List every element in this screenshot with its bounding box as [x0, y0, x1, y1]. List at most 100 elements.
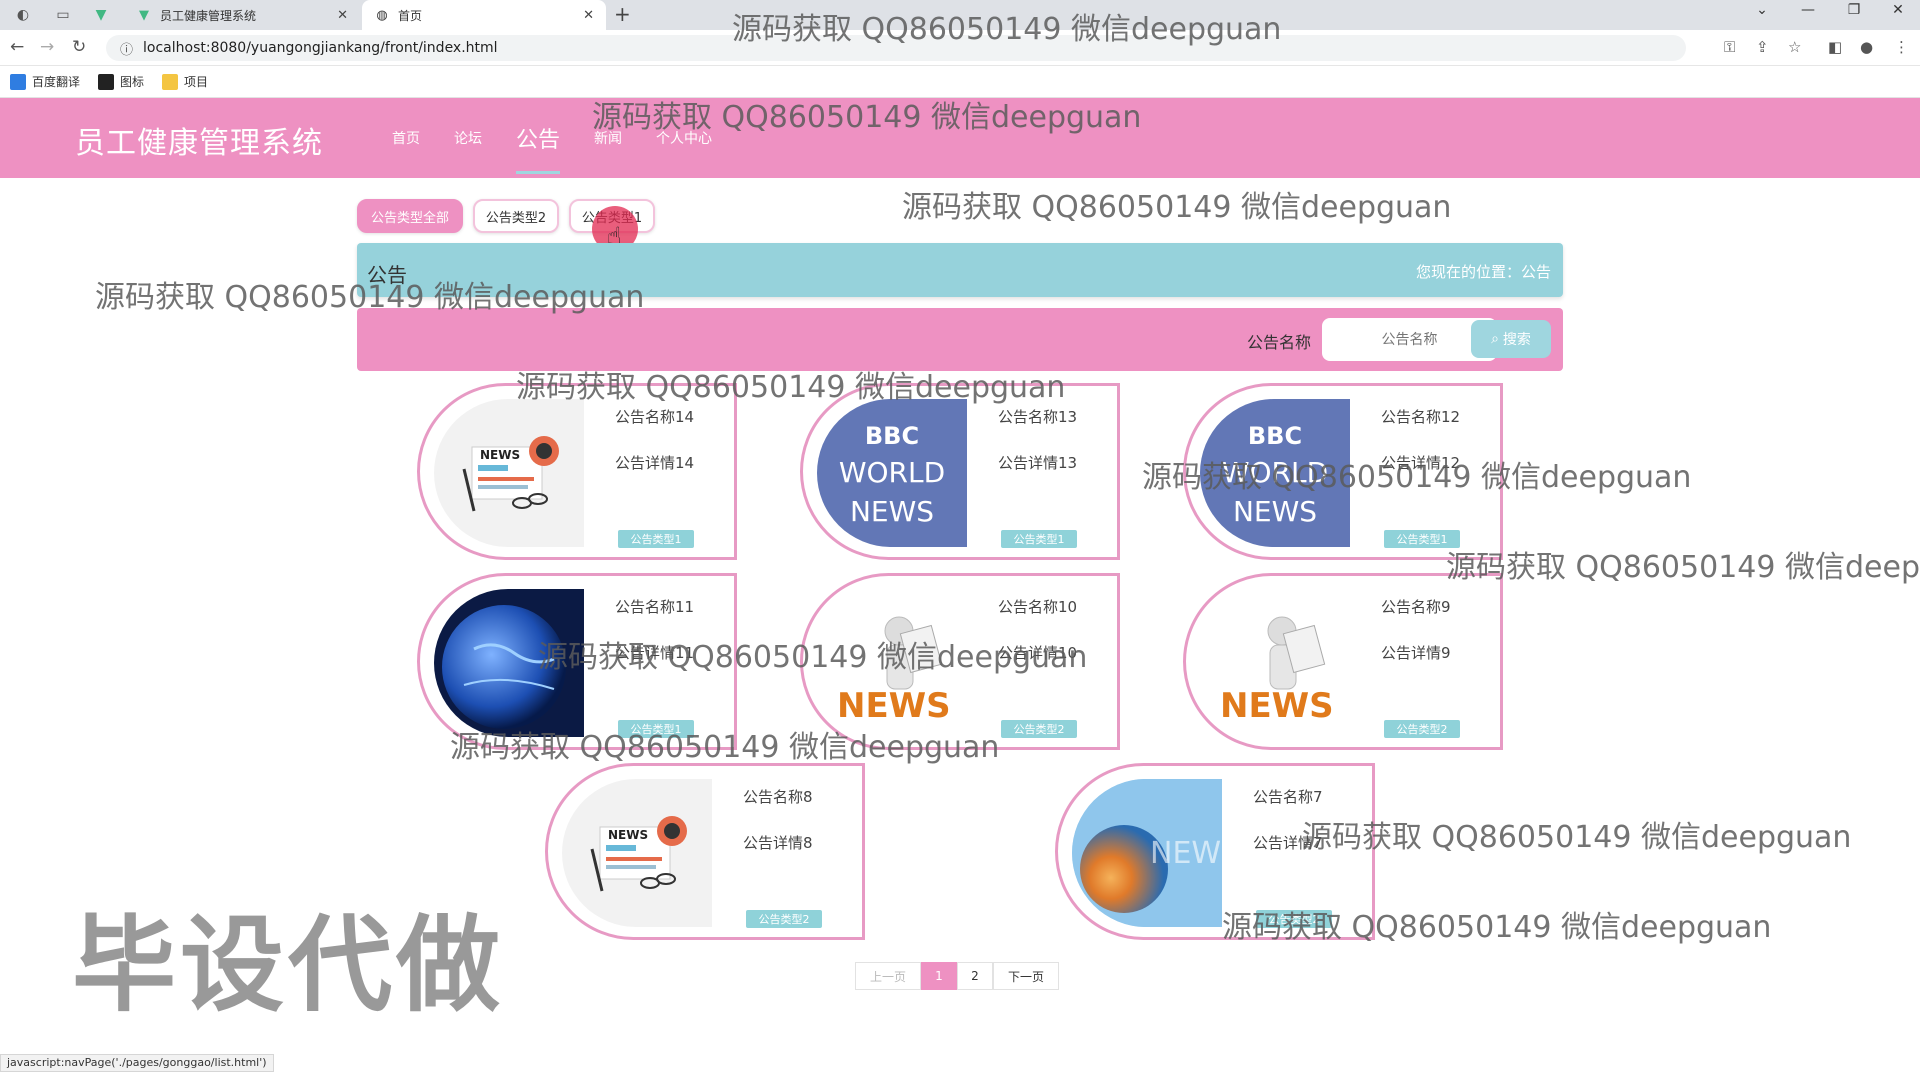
bookmarks-bar: 百度翻译 图标 项目: [0, 66, 1920, 98]
notice-card[interactable]: BBC WORLD NEWS 公告名称12 公告详情12 公告类型1: [1183, 383, 1503, 560]
page-2-button[interactable]: 2: [957, 962, 993, 990]
notice-type-badge: 公告类型1: [618, 720, 694, 738]
notice-type-badge: 公告类型2: [746, 910, 822, 928]
notice-detail: 公告详情9: [1381, 644, 1451, 662]
pagination: 上一页 1 2 下一页: [855, 962, 1059, 990]
notice-name: 公告名称12: [1381, 408, 1461, 426]
news-icon: NEWS: [434, 399, 584, 547]
notice-card[interactable]: NEWS 公告名称7 公告详情7 公告类型2: [1055, 763, 1375, 940]
notice-type-badge: 公告类型1: [1001, 530, 1077, 548]
category-all-button[interactable]: 公告类型全部: [357, 199, 463, 233]
vue-icon: ▼: [139, 7, 149, 23]
menu-item-forum[interactable]: 论坛: [454, 98, 482, 178]
notice-card[interactable]: BBC WORLD NEWS 公告名称13 公告详情13 公告类型1: [800, 383, 1120, 560]
notice-card[interactable]: NEWS 公告名称8 公告详情8 公告类型2: [545, 763, 865, 940]
notice-detail: 公告详情7: [1253, 834, 1323, 852]
menu-item-personal-center[interactable]: 个人中心: [656, 98, 712, 178]
site-header: 员工健康管理系统 首页 论坛 公告 新闻 个人中心: [0, 98, 1920, 178]
close-icon[interactable]: ✕: [337, 8, 348, 23]
menu-dots-icon[interactable]: ⋮: [1894, 38, 1909, 56]
profile-icon[interactable]: ●: [1860, 38, 1873, 56]
restore-icon[interactable]: ❐: [1834, 2, 1874, 18]
bbc-world-news-image: BBC WORLD NEWS: [1200, 399, 1350, 547]
watermark: 源码获取 QQ86050149 微信deepguan: [1446, 550, 1920, 585]
man-reading-news-image: NEWS: [817, 589, 967, 737]
notice-detail: 公告详情11: [615, 644, 695, 662]
bookmark-item[interactable]: 百度翻译: [10, 73, 80, 90]
browser-tab-bar: ◐ ▭ ▼ ▼ 员工健康管理系统 ✕ ◍ 首页 ✕ + ⌄ — ❐ ✕: [0, 0, 1920, 30]
world-text: WORLD: [839, 456, 945, 489]
bookmark-label: 项目: [184, 75, 209, 89]
tab-active[interactable]: ◍ 首页 ✕: [362, 0, 606, 30]
share-icon[interactable]: ⇪: [1756, 38, 1769, 56]
tab-inactive[interactable]: ▼ 员工健康管理系统 ✕: [124, 0, 360, 30]
notice-detail: 公告详情14: [615, 454, 695, 472]
watermark: 源码获取 QQ86050149 微信deepguan: [902, 190, 1452, 225]
vue-icon[interactable]: ▼: [86, 3, 116, 27]
forward-icon[interactable]: →: [40, 37, 54, 57]
notice-name: 公告名称13: [998, 408, 1078, 426]
translate-icon: [10, 73, 26, 90]
tab-icon[interactable]: ▭: [48, 3, 78, 27]
next-page-button[interactable]: 下一页: [993, 962, 1059, 990]
news-icon: NEWS: [562, 779, 712, 927]
new-tab-icon[interactable]: +: [614, 2, 631, 26]
key-icon[interactable]: ⚿: [1724, 38, 1735, 56]
bbc-world-news-image: BBC WORLD NEWS: [817, 399, 967, 547]
breadcrumb: 公告 您现在的位置：公告: [357, 243, 1563, 297]
notice-name: 公告名称11: [615, 598, 695, 616]
bbc-text: BBC: [1248, 422, 1302, 450]
news-text: NEWS: [850, 495, 934, 528]
category-type2-button[interactable]: 公告类型2: [473, 199, 559, 233]
notice-card[interactable]: NEWS 公告名称10 公告详情10 公告类型2: [800, 573, 1120, 750]
notice-card[interactable]: 公告名称11 公告详情11 公告类型1: [417, 573, 737, 750]
close-window-icon[interactable]: ✕: [1878, 2, 1918, 18]
breadcrumb-location: 您现在的位置：公告: [1415, 263, 1551, 281]
globe-icon: ◍: [376, 7, 388, 23]
notice-detail: 公告详情10: [998, 644, 1078, 662]
info-icon[interactable]: ⓘ: [120, 39, 133, 58]
search-button[interactable]: ⌕ 搜索: [1471, 320, 1551, 358]
search-icon: ⌕: [1491, 331, 1499, 347]
sidepanel-icon[interactable]: ◧: [1828, 38, 1842, 56]
notice-detail: 公告详情8: [743, 834, 813, 852]
notice-type-badge: 公告类型2: [1256, 910, 1332, 928]
bookmark-item[interactable]: 项目: [162, 73, 208, 90]
bookmark-item[interactable]: 图标: [98, 73, 144, 90]
notice-card[interactable]: NEWS 公告名称9 公告详情9 公告类型2: [1183, 573, 1503, 750]
search-button-label: 搜索: [1502, 332, 1531, 348]
page-title: 公告: [367, 263, 407, 287]
browser-icon[interactable]: ◐: [8, 3, 38, 27]
news-text: NEWS: [1150, 836, 1222, 871]
news-text: NEWS: [1220, 686, 1334, 726]
bookmark-label: 图标: [120, 75, 145, 89]
notice-type-badge: 公告类型2: [1001, 720, 1077, 738]
menu-item-news[interactable]: 新闻: [594, 98, 622, 178]
url-field[interactable]: ⓘ localhost:8080/yuangongjiankang/front/…: [106, 35, 1686, 61]
back-icon[interactable]: ←: [10, 37, 24, 57]
reload-icon[interactable]: ↻: [72, 37, 86, 57]
chevron-down-icon[interactable]: ⌄: [1742, 2, 1782, 18]
ocean-news-image: NEWS: [1072, 779, 1222, 927]
notice-card[interactable]: NEWS 公告名称14 公告详情14 公告类型1: [417, 383, 737, 560]
news-text: NEWS: [837, 686, 951, 726]
browser-status-bar: javascript:navPage('./pages/gonggao/list…: [0, 1054, 274, 1072]
url-text: localhost:8080/yuangongjiankang/front/in…: [143, 40, 498, 56]
news-image-text: NEWS: [608, 828, 648, 842]
search-bar: 公告名称 ⌕ 搜索: [357, 308, 1563, 371]
watermark: 源码获取 QQ86050149 微信deepguan: [1302, 820, 1852, 855]
notice-type-badge: 公告类型1: [1384, 530, 1460, 548]
notice-name: 公告名称8: [743, 788, 813, 806]
notice-detail: 公告详情12: [1381, 454, 1461, 472]
menu-item-notice[interactable]: 公告: [516, 98, 561, 178]
close-icon[interactable]: ✕: [583, 8, 594, 23]
menu-item-home[interactable]: 首页: [392, 98, 420, 178]
minimize-icon[interactable]: —: [1788, 2, 1828, 18]
notice-type-badge: 公告类型2: [1384, 720, 1460, 738]
star-icon[interactable]: ☆: [1788, 38, 1801, 56]
world-text: WORLD: [1222, 456, 1328, 489]
man-reading-news-image: NEWS: [1200, 589, 1350, 737]
prev-page-button[interactable]: 上一页: [855, 962, 921, 990]
notice-name: 公告名称9: [1381, 598, 1451, 616]
page-1-button[interactable]: 1: [921, 962, 957, 990]
